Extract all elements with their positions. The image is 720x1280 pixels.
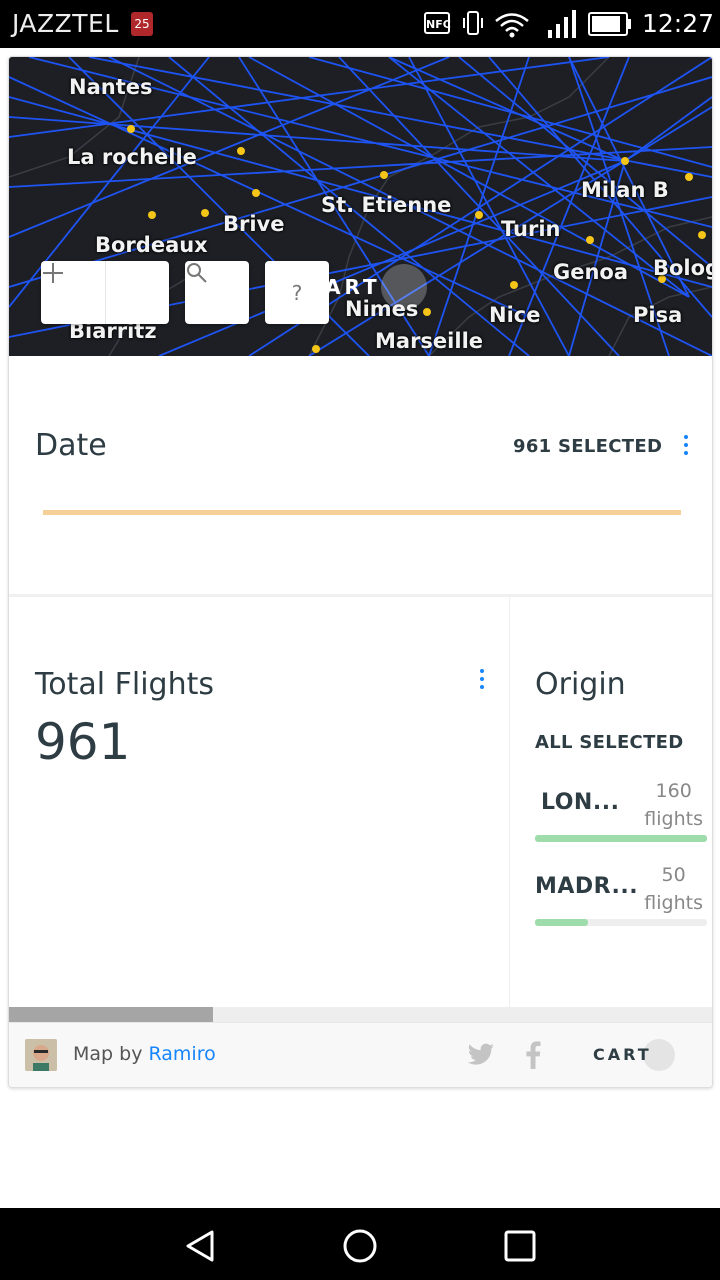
city-label: Turin <box>501 217 561 241</box>
recents-icon[interactable] <box>502 1228 538 1264</box>
calendar-icon: 25 <box>131 12 153 36</box>
category-count-unit: flights <box>644 808 703 830</box>
date-options-icon[interactable] <box>684 435 690 459</box>
wifi-icon <box>495 13 529 38</box>
category-bar <box>535 835 707 842</box>
dashboard-card: Nantes La rochelle Brive Bordeaux St. Et… <box>8 56 713 1088</box>
help-button[interactable]: ? <box>265 261 329 324</box>
origin-category[interactable]: MADR... 50 flights <box>535 861 707 927</box>
city-label: St. Etienne <box>321 193 452 217</box>
signal-icon <box>548 10 576 38</box>
city-label: Pisa <box>633 303 683 327</box>
status-bar: JAZZTEL 25 NFC 12:27 <box>0 0 720 48</box>
city-label: Bordeaux <box>95 233 208 257</box>
city-label: Brive <box>223 212 285 236</box>
category-count-unit: flights <box>644 892 703 914</box>
date-widget: Date 961 SELECTED <box>9 356 712 597</box>
facebook-icon[interactable] <box>525 1041 541 1069</box>
category-bar-fill <box>535 835 707 842</box>
origin-selected: ALL SELECTED <box>535 732 684 753</box>
battery-icon <box>588 12 631 36</box>
carto-footer-logo[interactable]: CART <box>593 1045 652 1064</box>
category-count: 50 flights <box>644 861 703 917</box>
twitter-icon[interactable] <box>467 1043 495 1067</box>
date-selected-count: 961 SELECTED <box>513 436 663 457</box>
flight-map[interactable]: Nantes La rochelle Brive Bordeaux St. Et… <box>9 57 712 356</box>
total-flights-title: Total Flights <box>35 667 214 702</box>
search-button[interactable] <box>185 261 249 324</box>
category-bar <box>535 919 707 926</box>
date-widget-title: Date <box>35 428 107 463</box>
city-label: Marseille <box>375 329 484 353</box>
zoom-in-button[interactable] <box>43 261 170 324</box>
total-flights-value: 961 <box>35 713 131 771</box>
city-label: Milan B <box>581 178 669 202</box>
scrollbar-thumb[interactable] <box>9 1007 213 1022</box>
category-count: 160 flights <box>644 777 703 833</box>
category-count-value: 160 <box>655 780 692 802</box>
city-label: La rochelle <box>67 145 197 169</box>
nfc-icon: NFC <box>424 12 451 34</box>
widgets-scrollbar[interactable] <box>9 1007 712 1022</box>
search-icon <box>187 263 207 283</box>
avatar-image <box>25 1039 57 1071</box>
category-bar-fill <box>535 919 589 926</box>
navigation-bar <box>0 1208 720 1280</box>
category-name: MADR... <box>535 874 639 899</box>
city-label: Nice <box>489 303 541 327</box>
category-count-value: 50 <box>661 864 686 886</box>
origin-category[interactable]: LON... 160 flights <box>535 777 707 843</box>
carto-logo-dot <box>381 264 427 310</box>
origin-title: Origin <box>535 667 626 702</box>
total-flights-widget: Total Flights 961 <box>9 597 510 1007</box>
vibrate-icon <box>463 11 483 35</box>
total-options-icon[interactable] <box>480 669 486 693</box>
avatar <box>25 1039 57 1071</box>
footer: Map by Ramiro CART <box>9 1022 712 1087</box>
back-icon[interactable] <box>182 1228 218 1264</box>
footer-prefix: Map by <box>73 1043 143 1065</box>
city-label: Genoa <box>553 260 629 284</box>
plus-icon <box>43 263 63 283</box>
city-label: Bolog <box>653 256 712 280</box>
category-name: LON... <box>541 790 620 815</box>
city-label: Nantes <box>69 75 153 99</box>
clock: 12:27 <box>642 9 715 38</box>
carto-logo: ART <box>325 275 381 299</box>
date-histogram[interactable] <box>43 510 681 515</box>
origin-widget: Origin ALL SELECTED LON... 160 flights M… <box>510 597 712 1007</box>
zoom-control <box>41 261 169 324</box>
home-icon[interactable] <box>342 1228 378 1264</box>
carrier-name: JAZZTEL <box>12 9 119 38</box>
footer-credit: Map by Ramiro <box>73 1043 216 1065</box>
author-link[interactable]: Ramiro <box>149 1043 216 1065</box>
